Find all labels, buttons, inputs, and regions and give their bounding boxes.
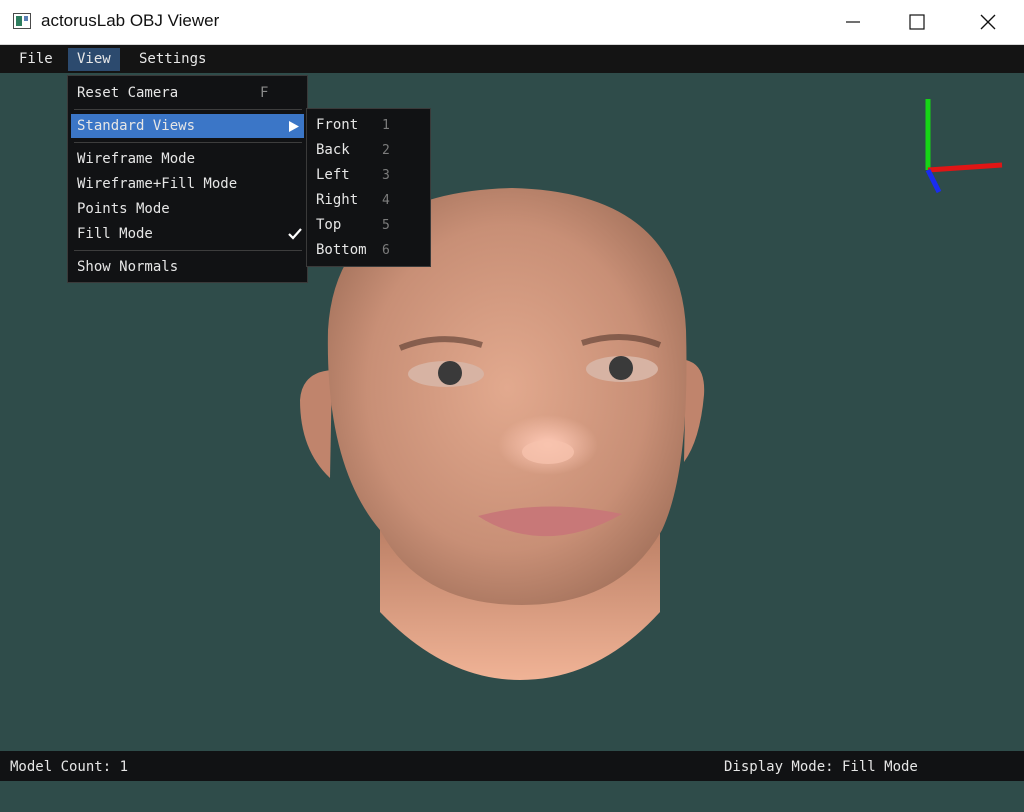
close-button[interactable] (965, 0, 1011, 45)
view-label: Bottom (316, 242, 367, 258)
bottom-strip (0, 781, 1024, 812)
view-label: Front (316, 117, 359, 133)
minimize-icon (846, 21, 860, 23)
window-title: actorusLab OBJ Viewer (41, 11, 220, 30)
fill-mode-label: Fill Mode (77, 226, 153, 242)
menu-item-standard-views[interactable]: Standard Views (71, 114, 304, 138)
maximize-icon (909, 14, 925, 30)
menu-divider (74, 250, 302, 251)
reset-camera-shortcut: F (260, 85, 269, 101)
minimize-button[interactable] (830, 0, 876, 45)
close-icon (980, 14, 996, 30)
menu-divider (74, 142, 302, 143)
menu-file[interactable]: File (10, 48, 62, 71)
submenu-item-left[interactable]: Left 3 (310, 163, 427, 188)
view-label: Right (316, 192, 359, 208)
submenu-item-top[interactable]: Top 5 (310, 213, 427, 238)
axis-gizmo (925, 99, 1003, 194)
right-ear (684, 360, 705, 462)
view-shortcut: 3 (382, 168, 390, 183)
view-label: Left (316, 167, 350, 183)
model-count-status: Model Count: 1 (10, 759, 129, 775)
standard-views-submenu: Front 1 Back 2 Left 3 Right 4 Top 5 Bott… (306, 108, 431, 267)
maximize-button[interactable] (894, 0, 940, 45)
menu-item-wireframe-mode[interactable]: Wireframe Mode (71, 147, 304, 171)
menu-item-points-mode[interactable]: Points Mode (71, 197, 304, 221)
standard-views-label: Standard Views (77, 118, 196, 134)
view-shortcut: 2 (382, 143, 390, 158)
view-label: Top (316, 217, 342, 233)
status-bar: Model Count: 1 Display Mode: Fill Mode (0, 751, 1024, 781)
menu-item-reset-camera[interactable]: Reset Camera F (71, 81, 304, 105)
menu-item-wireframe-fill-mode[interactable]: Wireframe+Fill Mode (71, 172, 304, 196)
reset-camera-label: Reset Camera (77, 85, 179, 101)
menu-settings[interactable]: Settings (130, 48, 215, 71)
left-ear (300, 370, 332, 478)
view-menu-dropdown: Reset Camera F Standard Views Wireframe … (67, 75, 308, 283)
checkmark-icon (288, 228, 302, 240)
view-label: Back (316, 142, 350, 158)
axis-z (925, 168, 942, 194)
view-shortcut: 4 (382, 193, 390, 208)
menu-view[interactable]: View (68, 48, 120, 71)
submenu-item-front[interactable]: Front 1 (310, 113, 427, 138)
menu-divider (74, 109, 302, 110)
submenu-item-bottom[interactable]: Bottom 6 (310, 238, 427, 263)
submenu-item-right[interactable]: Right 4 (310, 188, 427, 213)
display-mode-status: Display Mode: Fill Mode (724, 759, 918, 775)
chevron-right-icon (289, 121, 299, 132)
window-title-bar: actorusLab OBJ Viewer (0, 0, 1024, 45)
menu-bar: File View Settings (0, 45, 1024, 73)
view-shortcut: 5 (382, 218, 390, 233)
view-shortcut: 6 (382, 243, 390, 258)
submenu-item-back[interactable]: Back 2 (310, 138, 427, 163)
menu-item-show-normals[interactable]: Show Normals (71, 255, 304, 279)
app-icon (13, 13, 31, 29)
view-shortcut: 1 (382, 118, 390, 133)
menu-item-fill-mode[interactable]: Fill Mode (71, 222, 304, 246)
axis-x (927, 162, 1003, 173)
